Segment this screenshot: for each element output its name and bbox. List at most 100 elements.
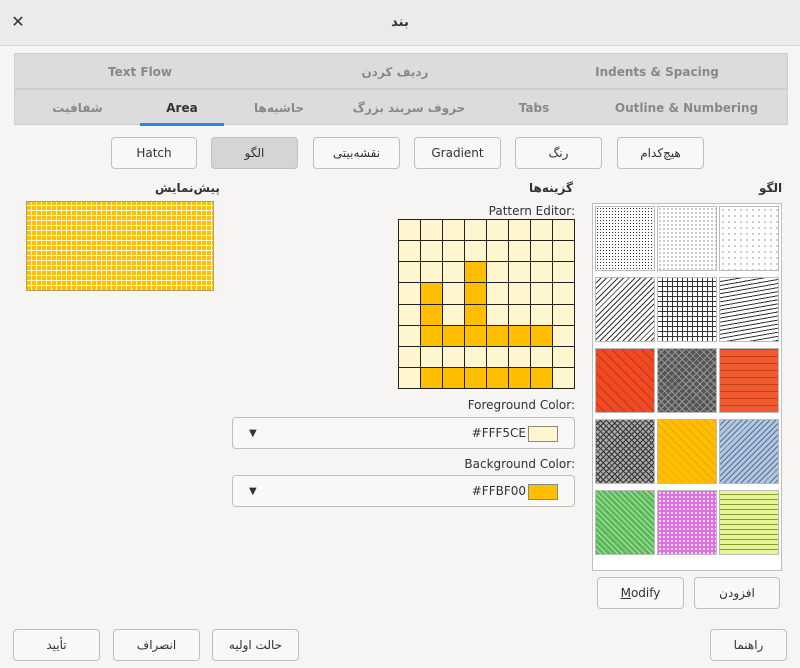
tab-text-flow[interactable]: Text Flow (15, 54, 265, 90)
pattern-tile[interactable] (657, 419, 717, 484)
pattern-editor-cell[interactable] (399, 346, 420, 367)
gradient-button[interactable]: Gradient (414, 137, 501, 169)
pattern-editor-cell[interactable] (509, 262, 530, 283)
hatch-button[interactable]: Hatch (111, 137, 197, 169)
pattern-editor-cell[interactable] (443, 367, 464, 388)
pattern-editor-cell[interactable] (399, 220, 420, 241)
pattern-editor-cell[interactable] (487, 304, 508, 325)
pattern-editor-cell[interactable] (487, 220, 508, 241)
tab-area[interactable]: Area (140, 90, 224, 126)
pattern-editor-cell[interactable] (443, 304, 464, 325)
pattern-editor-cell[interactable] (487, 283, 508, 304)
pattern-editor-cell[interactable] (443, 283, 464, 304)
pattern-editor-cell[interactable] (443, 346, 464, 367)
pattern-editor-cell[interactable] (465, 283, 486, 304)
pattern-editor-cell[interactable] (465, 241, 486, 262)
pattern-editor-cell[interactable] (509, 325, 530, 346)
pattern-editor-cell[interactable] (421, 241, 442, 262)
pattern-tile[interactable] (657, 206, 717, 271)
pattern-editor-cell[interactable] (531, 241, 552, 262)
pattern-editor-cell[interactable] (509, 304, 530, 325)
tab-indents-spacing[interactable]: Indents & Spacing (525, 54, 789, 90)
tab-outline-numbering[interactable]: Outline & Numbering (584, 90, 789, 126)
pattern-editor-cell[interactable] (399, 241, 420, 262)
pattern-editor-cell[interactable] (509, 346, 530, 367)
pattern-editor-cell[interactable] (465, 346, 486, 367)
pattern-tile[interactable] (719, 419, 779, 484)
color-button[interactable]: رنگ (515, 137, 602, 169)
foreground-color-dropdown[interactable]: ▼ #FFF5CE (232, 417, 575, 449)
pattern-editor-cell[interactable] (487, 325, 508, 346)
pattern-editor-cell[interactable] (399, 304, 420, 325)
pattern-editor-cell[interactable] (421, 262, 442, 283)
pattern-tile[interactable] (595, 348, 655, 413)
pattern-editor-cell[interactable] (553, 283, 574, 304)
pattern-tile[interactable] (657, 348, 717, 413)
pattern-tile[interactable] (657, 490, 717, 555)
pattern-tile[interactable] (595, 419, 655, 484)
pattern-editor-cell[interactable] (531, 304, 552, 325)
pattern-editor-cell[interactable] (465, 367, 486, 388)
pattern-editor-cell[interactable] (509, 220, 530, 241)
pattern-editor-cell[interactable] (421, 304, 442, 325)
pattern-editor-cell[interactable] (553, 220, 574, 241)
pattern-editor-cell[interactable] (531, 346, 552, 367)
pattern-editor-cell[interactable] (553, 346, 574, 367)
pattern-button[interactable]: الگو (211, 137, 298, 169)
pattern-editor-cell[interactable] (553, 367, 574, 388)
pattern-editor-cell[interactable] (399, 283, 420, 304)
pattern-editor-cell[interactable] (443, 262, 464, 283)
tab-alignment[interactable]: ردیف کردن (265, 54, 525, 90)
cancel-button[interactable]: انصراف (113, 629, 200, 661)
pattern-tile[interactable] (719, 348, 779, 413)
tab-transparency[interactable]: شفافیت (15, 90, 140, 126)
add-button[interactable]: افزودن (694, 577, 780, 609)
pattern-editor-cell[interactable] (465, 304, 486, 325)
pattern-tile[interactable] (719, 277, 779, 342)
pattern-editor-cell[interactable] (553, 325, 574, 346)
pattern-editor-cell[interactable] (465, 325, 486, 346)
pattern-editor-cell[interactable] (465, 262, 486, 283)
pattern-editor-cell[interactable] (421, 220, 442, 241)
tab-drop-caps[interactable]: حروف سربند بزرگ (334, 90, 484, 126)
pattern-editor-cell[interactable] (443, 241, 464, 262)
pattern-editor-cell[interactable] (509, 367, 530, 388)
help-button[interactable]: راهنما (710, 629, 787, 661)
tab-tabs[interactable]: Tabs (484, 90, 584, 126)
pattern-editor-cell[interactable] (443, 325, 464, 346)
pattern-editor-cell[interactable] (553, 241, 574, 262)
pattern-editor-cell[interactable] (421, 367, 442, 388)
pattern-editor-cell[interactable] (553, 304, 574, 325)
modify-button[interactable]: Modify (597, 577, 684, 609)
pattern-editor-cell[interactable] (531, 283, 552, 304)
tab-borders[interactable]: حاشیه‌ها (224, 90, 334, 126)
pattern-tile[interactable] (657, 277, 717, 342)
ok-button[interactable]: تأیید (13, 629, 100, 661)
pattern-editor-cell[interactable] (487, 367, 508, 388)
bitmap-button[interactable]: نقشه‌بیتی (313, 137, 400, 169)
pattern-editor-cell[interactable] (487, 241, 508, 262)
pattern-editor-cell[interactable] (487, 262, 508, 283)
pattern-editor-cell[interactable] (531, 220, 552, 241)
pattern-tile[interactable] (595, 490, 655, 555)
pattern-editor-cell[interactable] (531, 367, 552, 388)
pattern-editor-cell[interactable] (531, 262, 552, 283)
pattern-editor-cell[interactable] (553, 262, 574, 283)
pattern-editor-cell[interactable] (465, 220, 486, 241)
pattern-tile[interactable] (719, 490, 779, 555)
pattern-editor-cell[interactable] (399, 367, 420, 388)
pattern-editor-cell[interactable] (443, 220, 464, 241)
pattern-editor-cell[interactable] (399, 325, 420, 346)
pattern-editor-cell[interactable] (421, 346, 442, 367)
pattern-tile[interactable] (719, 206, 779, 271)
pattern-editor-cell[interactable] (421, 325, 442, 346)
pattern-editor-cell[interactable] (399, 262, 420, 283)
pattern-editor-grid[interactable] (398, 219, 575, 389)
pattern-editor-cell[interactable] (531, 325, 552, 346)
none-button[interactable]: هیچ‌کدام (617, 137, 704, 169)
pattern-editor-cell[interactable] (509, 283, 530, 304)
background-color-dropdown[interactable]: ▼ #FFBF00 (232, 475, 575, 507)
pattern-editor-cell[interactable] (509, 241, 530, 262)
pattern-tile[interactable] (595, 206, 655, 271)
reset-button[interactable]: حالت اولیه (212, 629, 299, 661)
